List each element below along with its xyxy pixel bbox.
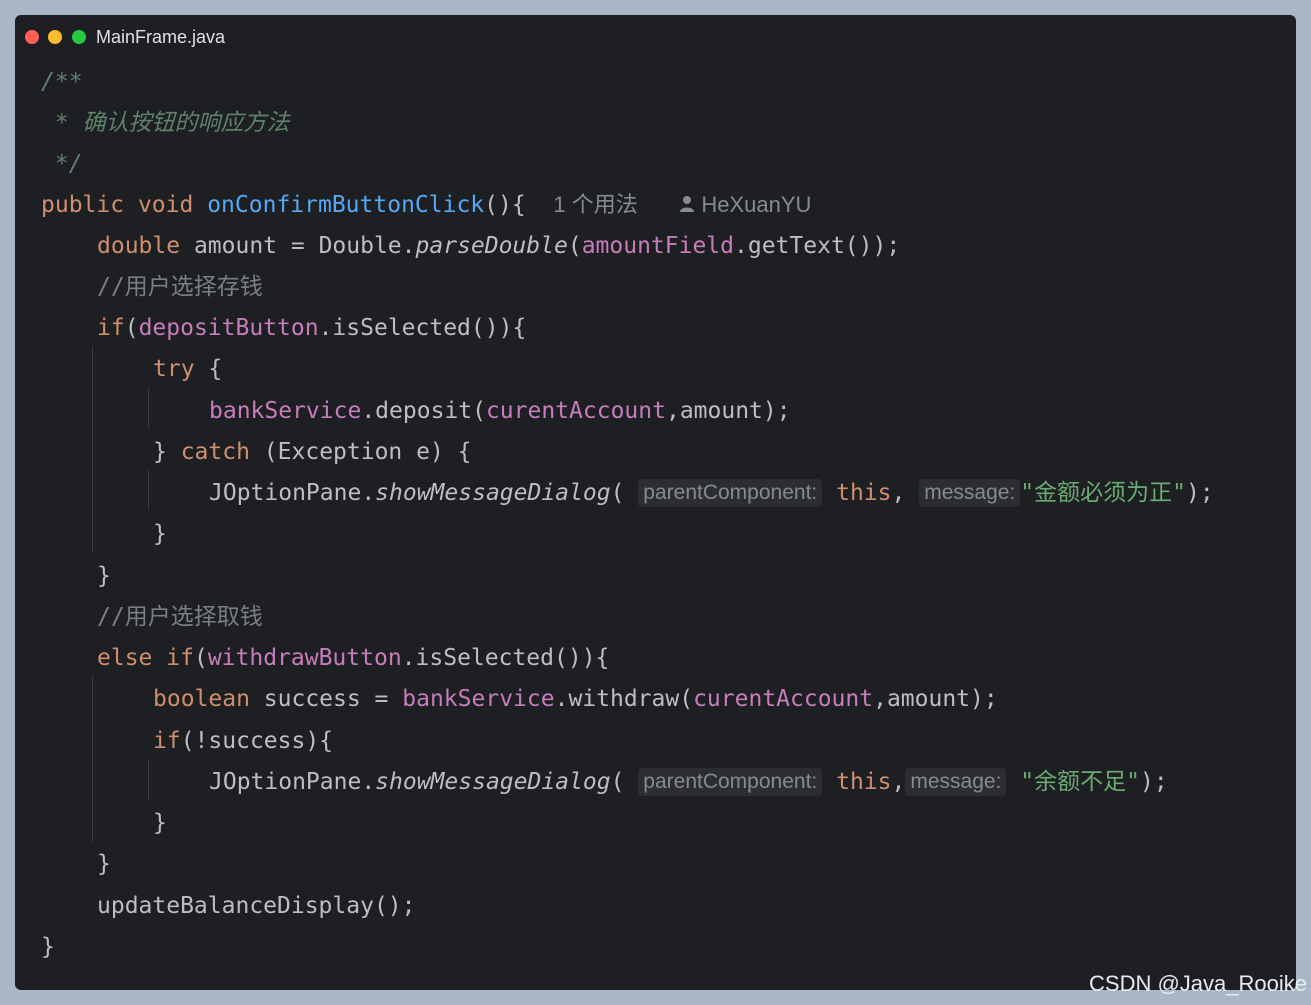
punctuation: ( [193, 645, 208, 671]
punctuation: , [891, 769, 906, 795]
code-line: if(depositButton.isSelected()){ [97, 313, 526, 343]
keyword: catch [180, 439, 250, 465]
doc-comment-close: */ [41, 151, 83, 177]
parameter-hint: parentComponent: [638, 768, 823, 796]
editor-window: MainFrame.java /** * 确认按钮的响应方法 */ public… [15, 15, 1296, 990]
parameter-hint: parentComponent: [638, 479, 823, 507]
code-line: JOptionPane.showMessageDialog( parentCom… [209, 767, 1168, 797]
line-comment: //用户选择存钱 [97, 274, 263, 300]
code-text: .withdraw( [554, 686, 694, 712]
punctuation: , [891, 480, 906, 506]
code-line: else if(withdrawButton.isSelected()){ [97, 643, 609, 673]
class-ref: JOptionPane. [209, 769, 376, 795]
punctuation: } [153, 439, 181, 465]
field-ref: bankService [209, 398, 362, 424]
code-line: bankService.deposit(curentAccount,amount… [209, 396, 791, 426]
parameter-hint: message: [919, 479, 1021, 507]
static-call: showMessageDialog [375, 480, 611, 506]
code-text: .isSelected()){ [401, 645, 610, 671]
field-ref: amountField [581, 233, 735, 259]
code-line: } [153, 521, 167, 547]
punctuation: ); [1185, 480, 1214, 506]
class-ref: JOptionPane. [209, 480, 376, 506]
keyword: double [97, 233, 181, 259]
code-line: if(!success){ [153, 726, 333, 756]
keyword: if [153, 728, 181, 754]
code-line: } catch (Exception e) { [153, 437, 472, 467]
punctuation: ( [124, 315, 139, 341]
doc-comment-text: * 确认按钮的响应方法 [41, 110, 290, 136]
keyword: public [41, 192, 125, 218]
code-text: (!success){ [180, 728, 334, 754]
code-line: } [97, 851, 111, 877]
watermark: CSDN @Java_Rooike [1089, 971, 1307, 996]
code-text: .isSelected()){ [318, 315, 527, 341]
author-hint[interactable]: HeXuanYU [679, 192, 811, 217]
indent-guide [148, 388, 149, 428]
indent-guide [148, 759, 149, 801]
keyword: try [153, 356, 195, 382]
keyword: this [836, 769, 892, 795]
line-comment: //用户选择取钱 [97, 604, 263, 630]
string-literal: "余额不足" [1020, 769, 1140, 795]
code-text: (Exception e) { [249, 439, 472, 465]
code-text: ,amount); [873, 686, 998, 712]
static-call: parseDouble [415, 233, 568, 259]
punctuation: ( [567, 233, 582, 259]
user-icon [679, 191, 695, 221]
punctuation: (){ [484, 192, 526, 218]
code-line: JOptionPane.showMessageDialog( parentCom… [209, 478, 1214, 508]
keyword: this [836, 480, 892, 506]
code-text: { [194, 356, 223, 382]
indent-guide [92, 346, 93, 553]
keyword: else [97, 645, 153, 671]
code-text: amount = Double. [180, 233, 416, 259]
string-literal: "金额必须为正" [1020, 480, 1186, 506]
usages-link[interactable]: 1 个用法 [553, 192, 637, 217]
code-line: double amount = Double.parseDouble(amoun… [97, 231, 900, 261]
indent-guide [148, 470, 149, 510]
static-call: showMessageDialog [375, 769, 611, 795]
code-text: ,amount); [665, 398, 791, 424]
code-line: try { [153, 354, 222, 384]
code-line: } [153, 810, 167, 836]
code-text: .getText()); [734, 233, 901, 259]
parameter-hint: message: [905, 768, 1007, 796]
method-name: onConfirmButtonClick [207, 192, 485, 218]
field-ref: curentAccount [485, 398, 666, 424]
keyword: boolean [153, 686, 250, 712]
author-name: HeXuanYU [701, 192, 812, 217]
keyword: if [166, 645, 194, 671]
method-signature: public void onConfirmButtonClick(){ 1 个用… [41, 190, 811, 220]
code-line: } [97, 563, 111, 589]
keyword: if [97, 315, 125, 341]
code-line: boolean success = bankService.withdraw(c… [153, 684, 998, 714]
code-text: success = [249, 686, 403, 712]
keyword: void [137, 192, 194, 218]
punctuation: ( [610, 480, 625, 506]
field-ref: bankService [402, 686, 555, 712]
code-area[interactable]: /** * 确认按钮的响应方法 */ public void onConfirm… [15, 15, 1296, 990]
field-ref: depositButton [138, 315, 319, 341]
doc-comment-open: /** [41, 69, 83, 95]
code-line: updateBalanceDisplay(); [97, 893, 416, 919]
field-ref: withdrawButton [207, 645, 402, 671]
punctuation: ( [610, 769, 625, 795]
field-ref: curentAccount [693, 686, 874, 712]
code-text: .deposit( [361, 398, 486, 424]
code-line: } [41, 934, 55, 960]
punctuation: ); [1139, 769, 1168, 795]
indent-guide [92, 676, 93, 842]
